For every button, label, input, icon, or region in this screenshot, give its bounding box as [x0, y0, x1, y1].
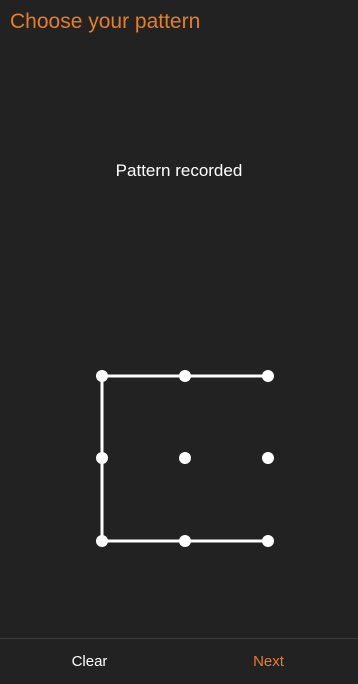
pattern-dot-8[interactable] — [179, 535, 191, 547]
pattern-dot-7[interactable] — [96, 535, 108, 547]
pattern-dot-6[interactable] — [262, 452, 274, 464]
pattern-grid[interactable] — [0, 0, 358, 683]
pattern-dot-3[interactable] — [262, 370, 274, 382]
pattern-dot-2[interactable] — [179, 370, 191, 382]
bottom-bar: Clear Next — [0, 638, 358, 684]
pattern-dot-9[interactable] — [262, 535, 274, 547]
pattern-dot-1[interactable] — [96, 370, 108, 382]
next-button[interactable]: Next — [179, 639, 358, 684]
clear-button[interactable]: Clear — [0, 639, 179, 684]
pattern-dot-5[interactable] — [179, 452, 191, 464]
pattern-dot-4[interactable] — [96, 452, 108, 464]
